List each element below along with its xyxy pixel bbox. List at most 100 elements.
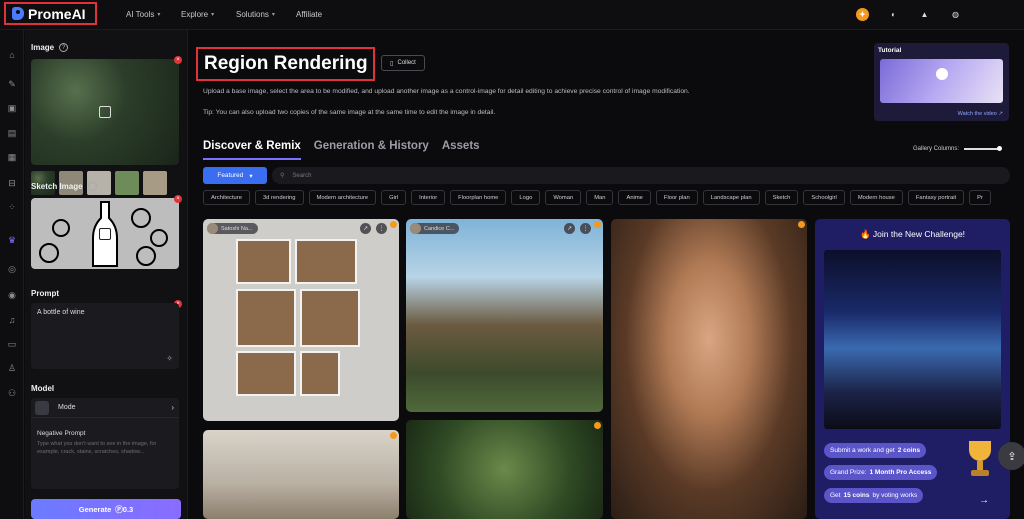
nav-ai-tools[interactable]: AI Tools ▾ [126, 10, 160, 19]
nav-solutions-label: Solutions [236, 10, 269, 19]
nav-explore[interactable]: Explore ▾ [181, 10, 214, 19]
sample-thumbnail[interactable] [115, 171, 139, 195]
tag-chip[interactable]: Floor plan [655, 190, 698, 205]
folder-icon[interactable]: ▭ [5, 337, 19, 351]
headset-icon[interactable]: ◐ [887, 8, 900, 21]
gallery-card-floorplan[interactable]: Satoshi Na... ↗ ⋮ [203, 219, 399, 421]
globe-icon[interactable]: ◍ [949, 8, 962, 21]
logo[interactable]: PromeAI [4, 2, 97, 25]
prompt-title-text: Prompt [31, 289, 59, 298]
gallery-tabs: Discover & Remix Generation & History As… [203, 140, 480, 160]
magic-wand-icon[interactable]: ✧ [166, 354, 173, 363]
logo-text: PromeAI [28, 5, 86, 22]
watch-video-link[interactable]: Watch the video ↗ [958, 111, 1003, 117]
mode-selector[interactable]: Mode › [31, 398, 179, 418]
tag-chip[interactable]: Floorplan home [450, 190, 507, 205]
tab-discover-remix[interactable]: Discover & Remix [203, 140, 301, 160]
settings-panel: Image? × Sketch Image? × Prompt × A bott… [25, 30, 188, 519]
share-icon[interactable]: ⇪ [998, 442, 1024, 470]
tutorial-card[interactable]: Tutorial Watch the video ↗ [874, 43, 1009, 121]
tag-chip[interactable]: Modern architecture [308, 190, 377, 205]
coin-icon[interactable]: ✦ [856, 8, 869, 21]
coin-icon: Ⓟ [115, 504, 123, 514]
chevron-right-icon: › [171, 403, 174, 412]
tag-chip[interactable]: Pr [969, 190, 991, 205]
tag-chip[interactable]: Sketch [764, 190, 799, 205]
crown-icon[interactable]: ♛ [5, 233, 19, 247]
remove-image-icon[interactable]: × [174, 56, 182, 64]
tab-assets[interactable]: Assets [442, 140, 480, 160]
compass-icon[interactable]: ◎ [5, 262, 19, 276]
avatar [207, 223, 218, 234]
generate-button[interactable]: Generate Ⓟ 0.3 [31, 499, 181, 519]
author-name: Satoshi Na... [221, 225, 253, 232]
chevron-down-icon: ▾ [157, 12, 161, 18]
tag-chip[interactable]: Landscape plan [702, 190, 760, 205]
open-icon[interactable]: ↗ [360, 223, 371, 234]
author-chip[interactable]: Satoshi Na... [207, 223, 258, 234]
scan-icon[interactable]: ⊟ [5, 176, 19, 190]
arrow-right-icon[interactable]: → [979, 495, 989, 506]
tag-chip[interactable]: Anime [618, 190, 651, 205]
tag-chip[interactable]: Schoolgirl [803, 190, 845, 205]
floorplan-room [236, 239, 291, 284]
open-icon[interactable]: ↗ [564, 223, 575, 234]
challenge-card[interactable]: 🔥 Join the New Challenge! Submit a work … [815, 219, 1010, 519]
gallery-card-forest[interactable] [406, 420, 603, 519]
bell-icon[interactable]: ♫ [5, 313, 19, 327]
sample-thumbnail[interactable] [143, 171, 167, 195]
tab-generation-history[interactable]: Generation & History [314, 140, 429, 160]
tag-chip[interactable]: Fantasy portrait [907, 190, 965, 205]
user-group-icon[interactable]: ⚇ [5, 386, 19, 400]
gallery-card-house[interactable]: Candice C... ↗ ⋮ [406, 219, 603, 412]
tag-chip[interactable]: 3d rendering [254, 190, 304, 205]
prompt-input[interactable]: A bottle of wine ✧ [31, 303, 179, 369]
sketch-image-upload[interactable] [31, 198, 179, 269]
badge-icon [594, 422, 601, 429]
watch-video-label: Watch the video [957, 111, 997, 117]
author-chip[interactable]: Candice C... [410, 223, 460, 234]
logo-mark-icon [12, 7, 24, 20]
home-icon[interactable]: ⌂ [5, 48, 19, 62]
more-icon[interactable]: ⋮ [580, 223, 591, 234]
nav-affiliate[interactable]: Affiliate [296, 10, 322, 19]
tag-chip[interactable]: Woman [545, 190, 582, 205]
page-tip: Tip: You can also upload two copies of t… [203, 109, 496, 116]
tag-chip[interactable]: Man [586, 190, 614, 205]
apps-icon[interactable]: ⁘ [5, 200, 19, 214]
tag-chip[interactable]: Interior [411, 190, 446, 205]
collect-button[interactable]: ▯ Collect [381, 55, 425, 71]
tag-chip[interactable]: Architecture [203, 190, 250, 205]
user-icon[interactable]: ♙ [5, 361, 19, 375]
prompt-section-title: Prompt [31, 289, 59, 298]
tag-chip[interactable]: Girl [381, 190, 407, 205]
gallery-card-portrait[interactable] [611, 219, 807, 519]
play-icon[interactable] [936, 68, 948, 80]
brush-icon[interactable]: ✎ [5, 77, 19, 91]
target-icon[interactable]: ◉ [5, 288, 19, 302]
more-icon[interactable]: ⋮ [376, 223, 387, 234]
grid-icon[interactable]: ▦ [5, 150, 19, 164]
tag-chip[interactable]: Logo [511, 190, 541, 205]
base-image-upload[interactable] [31, 59, 179, 165]
search-input[interactable]: ⚲ Search [272, 167, 1010, 184]
featured-dropdown[interactable]: Featured ▾ [203, 167, 267, 184]
nav-ai-tools-label: AI Tools [126, 10, 155, 19]
chevron-down-icon: ▾ [271, 12, 275, 18]
challenge-tag: Grand Prize: 1 Month Pro Access [824, 465, 938, 480]
remove-sketch-icon[interactable]: × [174, 195, 182, 203]
model-section-title: Model [31, 384, 54, 393]
graduation-cap-icon[interactable]: ▲ [918, 8, 931, 21]
negative-prompt-input[interactable]: Type what you don't want to see in the i… [37, 440, 171, 456]
gallery-card-room[interactable] [203, 430, 399, 519]
nav-solutions[interactable]: Solutions ▾ [236, 10, 275, 19]
search-placeholder: Search [292, 172, 312, 179]
gallery-columns-slider[interactable] [964, 146, 1003, 151]
tag-chip[interactable]: Modern house [849, 190, 903, 205]
negative-prompt-title: Negative Prompt [37, 430, 86, 437]
cube-icon[interactable]: ▣ [5, 101, 19, 115]
image-icon[interactable]: ▤ [5, 126, 19, 140]
prompt-text: A bottle of wine [37, 309, 85, 316]
help-icon[interactable]: ? [59, 43, 69, 52]
help-icon[interactable]: ? [87, 182, 97, 191]
